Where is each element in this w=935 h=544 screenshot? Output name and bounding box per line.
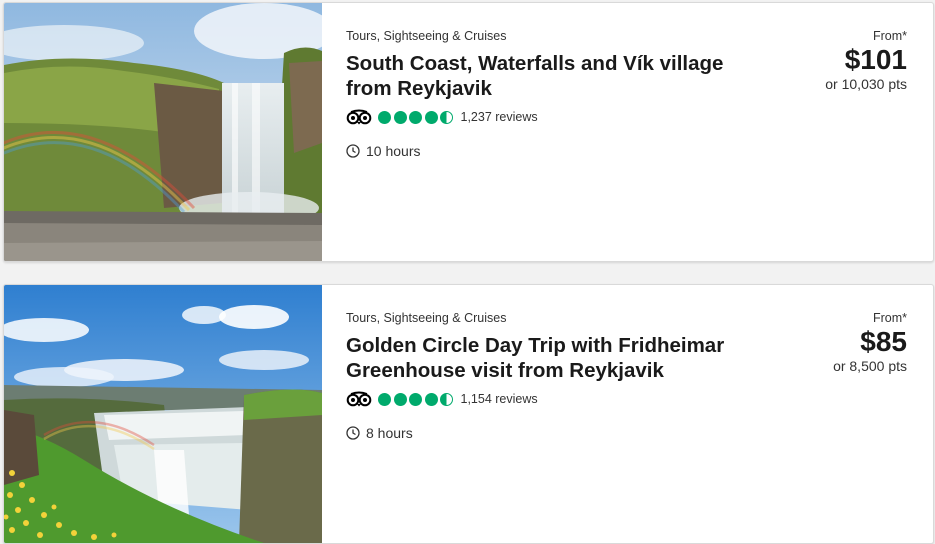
rating-row[interactable]: 1,154 reviews xyxy=(346,390,746,408)
rating-bubble-full xyxy=(424,110,438,124)
review-count[interactable]: 1,237 reviews xyxy=(461,110,538,124)
rating-bubble-full xyxy=(409,110,422,124)
tour-details: Tours, Sightseeing & Cruises South Coast… xyxy=(346,29,746,159)
clock-icon xyxy=(346,144,360,158)
duration-text: 10 hours xyxy=(366,143,421,159)
tour-photo-gullfoss[interactable] xyxy=(4,285,322,543)
rating-bubble-full xyxy=(393,110,407,124)
price-amount: $101 xyxy=(844,44,907,75)
tour-title-link[interactable]: Golden Circle Day Trip with Fridheimar G… xyxy=(346,333,746,383)
rating-bubbles xyxy=(378,392,456,406)
price-from-label: From* xyxy=(872,311,907,325)
price-points: or 8,500 pts xyxy=(833,358,907,374)
price-block: From* $85 or 8,500 pts xyxy=(833,311,907,374)
review-count[interactable]: 1,154 reviews xyxy=(461,392,538,406)
price-block: From* $101 or 10,030 pts xyxy=(825,29,907,92)
price-amount: $85 xyxy=(860,326,907,357)
tour-photo-skogafoss[interactable] xyxy=(4,3,322,261)
rating-bubble-full xyxy=(393,392,407,406)
rating-bubbles xyxy=(378,110,456,124)
tour-details: Tours, Sightseeing & Cruises Golden Circ… xyxy=(346,311,746,441)
rating-row[interactable]: 1,237 reviews xyxy=(346,108,746,126)
tour-results-list: Tours, Sightseeing & Cruises South Coast… xyxy=(0,0,935,544)
rating-bubble-half xyxy=(440,110,453,124)
tour-category: Tours, Sightseeing & Cruises xyxy=(346,311,507,325)
rating-bubble-full xyxy=(424,392,438,406)
tour-title-line[interactable]: South Coast, Waterfalls and Vík village xyxy=(346,51,746,76)
tour-card[interactable]: Tours, Sightseeing & Cruises South Coast… xyxy=(3,2,934,262)
tour-card[interactable]: Tours, Sightseeing & Cruises Golden Circ… xyxy=(3,284,934,544)
price-points: or 10,030 pts xyxy=(825,76,907,92)
rating-bubble-full xyxy=(378,110,391,124)
tour-category: Tours, Sightseeing & Cruises xyxy=(346,29,507,43)
rating-bubble-full xyxy=(409,392,422,406)
duration-text: 8 hours xyxy=(366,425,413,441)
clock-icon xyxy=(346,426,360,440)
tour-title-line[interactable]: Greenhouse visit from Reykjavik xyxy=(346,358,746,383)
tour-title-line[interactable]: from Reykjavik xyxy=(346,76,746,101)
tour-title-link[interactable]: South Coast, Waterfalls and Vík village … xyxy=(346,51,746,101)
tour-title-line[interactable]: Golden Circle Day Trip with Fridheimar xyxy=(346,333,746,358)
tour-duration: 8 hours xyxy=(346,425,746,441)
rating-bubble-half xyxy=(440,392,453,406)
rating-bubble-full xyxy=(378,392,391,406)
tripadvisor-owl-icon xyxy=(346,391,372,407)
tripadvisor-owl-icon xyxy=(346,109,372,125)
price-from-label: From* xyxy=(872,29,907,43)
tour-duration: 10 hours xyxy=(346,143,746,159)
